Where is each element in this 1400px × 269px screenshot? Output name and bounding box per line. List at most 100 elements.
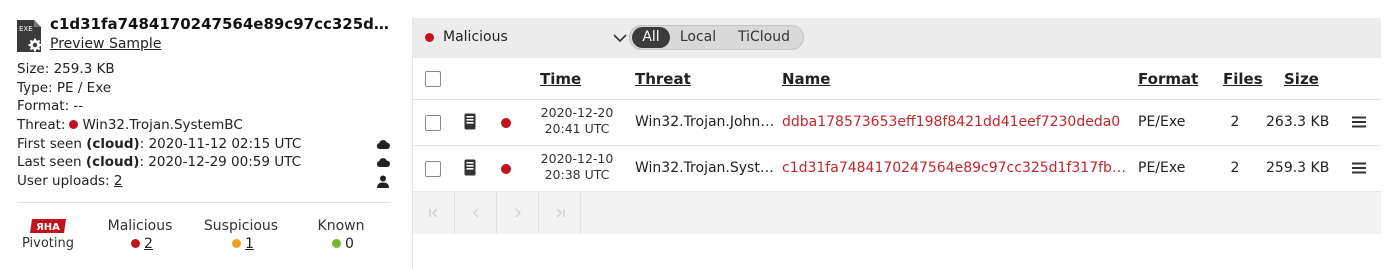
pivoting-label: Pivoting — [21, 236, 74, 251]
previous-page-button[interactable] — [455, 192, 497, 234]
user-uploads-label: User uploads: — [17, 173, 110, 190]
scope-toggle: All Local TiCloud — [629, 25, 804, 50]
row-date: 2020-12-20 — [540, 105, 614, 120]
chevron-right-icon — [515, 208, 521, 218]
first-seen-label: First seen — [17, 135, 82, 152]
threat-value: Win32.Trojan.SystemBC — [82, 117, 243, 134]
row-format: PE/Exe — [1138, 160, 1186, 176]
row-time: 2020-12-20 20:41 UTC — [527, 105, 627, 137]
row-clock: 20:38 UTC — [544, 167, 610, 182]
known-count: 0 — [345, 236, 354, 252]
preview-sample-link[interactable]: Preview Sample — [50, 36, 161, 52]
pivoting-logo-text: ЯHA — [36, 222, 60, 233]
column-threat[interactable]: Threat — [635, 70, 691, 88]
row-size: 259.3 KB — [1266, 160, 1330, 176]
hamburger-menu-icon[interactable] — [1352, 116, 1366, 128]
file-icon-label: EXE — [19, 25, 33, 33]
row-size: 263.3 KB — [1266, 114, 1330, 130]
rha-logo-icon: ЯHA — [30, 219, 66, 233]
suspicious-stat: Suspicious 1 — [202, 217, 280, 253]
threat-row: Threat: Win32.Trojan.SystemBC — [17, 116, 392, 135]
known-stat-title: Known — [317, 218, 365, 234]
known-stat: Known 0 — [312, 217, 370, 253]
format-value: -- — [73, 98, 84, 115]
type-label: Type: — [17, 79, 53, 96]
row-format: PE/Exe — [1138, 114, 1186, 130]
sample-summary-panel: EXE c1d31fa7484170247564e89c97cc325d1f31… — [0, 0, 410, 269]
sample-hash-title: c1d31fa7484170247564e89c97cc325d1f317fb8… — [50, 15, 395, 33]
malicious-stat-title: Malicious — [107, 218, 173, 234]
first-seen-value: : 2020-11-12 02:15 UTC — [139, 135, 302, 152]
chevron-down-icon — [613, 34, 627, 43]
type-row: Type: PE / Exe — [17, 79, 392, 98]
last-seen-source: (cloud) — [85, 154, 140, 171]
malicious-dot — [131, 238, 141, 248]
column-name[interactable]: Name — [782, 70, 830, 88]
first-seen-source: (cloud) — [86, 135, 140, 152]
suspicious-stat-value-wrap: 1 — [202, 235, 280, 253]
last-seen-value: : 2020-12-29 00:59 UTC — [139, 154, 301, 171]
column-files[interactable]: Files — [1223, 70, 1263, 88]
related-samples-panel: Malicious All Local TiCloud Time Threat … — [413, 18, 1381, 269]
select-all-checkbox[interactable] — [425, 71, 441, 87]
classification-dot — [425, 33, 434, 42]
column-size[interactable]: Size — [1284, 70, 1319, 88]
file-device-icon — [464, 113, 476, 130]
format-row: Format: -- — [17, 97, 392, 116]
scope-all-button[interactable]: All — [632, 27, 670, 48]
column-format[interactable]: Format — [1138, 70, 1198, 88]
row-name-link[interactable]: ddba178573653eff198f8421dd41eef7230deda0 — [782, 114, 1132, 130]
classification-selected: Malicious — [443, 29, 508, 45]
known-dot — [332, 238, 342, 248]
chevron-left-icon — [472, 208, 478, 218]
table-header: Time Threat Name Format Files Size — [413, 58, 1381, 100]
last-seen-label: Last seen — [17, 154, 82, 171]
table-row[interactable]: 2020-12-10 20:38 UTC Win32.Trojan.System… — [413, 146, 1381, 192]
row-checkbox[interactable] — [425, 161, 441, 177]
suspicious-stat-title: Suspicious — [203, 218, 279, 234]
suspicious-dot — [232, 238, 242, 248]
user-icon — [377, 175, 389, 189]
row-name-link[interactable]: c1d31fa7484170247564e89c97cc325d1f317fb8… — [782, 160, 1132, 176]
row-time: 2020-12-10 20:38 UTC — [527, 151, 627, 183]
format-label: Format: — [17, 98, 70, 115]
sample-details: Size: 259.3 KB Type: PE / Exe Format: --… — [17, 60, 392, 191]
last-seen-row: Last seen (cloud): 2020-12-29 00:59 UTC — [17, 153, 392, 172]
malicious-stat: Malicious 2 — [104, 217, 176, 253]
pivoting-button[interactable]: ЯHA Pivoting — [20, 218, 76, 251]
scope-ticloud-button[interactable]: TiCloud — [728, 27, 800, 48]
suspicious-count-link[interactable]: 1 — [245, 236, 254, 252]
next-page-button[interactable] — [497, 192, 539, 234]
column-time[interactable]: Time — [540, 70, 581, 88]
row-threat: Win32.Trojan.SystemBC — [635, 160, 775, 176]
malicious-count-link[interactable]: 2 — [144, 236, 153, 252]
user-uploads-link[interactable]: 2 — [114, 173, 123, 189]
file-device-icon — [464, 159, 476, 176]
last-page-button[interactable] — [539, 192, 581, 234]
row-checkbox[interactable] — [425, 115, 441, 131]
classification-dropdown[interactable]: Malicious — [425, 25, 627, 51]
cloud-icon — [376, 139, 390, 149]
known-stat-value-wrap: 0 — [312, 235, 370, 253]
table-row[interactable]: 2020-12-20 20:41 UTC Win32.Trojan.Johnni… — [413, 100, 1381, 146]
exe-file-icon: EXE — [17, 20, 42, 52]
row-clock: 20:41 UTC — [544, 121, 610, 136]
scope-local-button[interactable]: Local — [674, 27, 722, 48]
hamburger-menu-icon[interactable] — [1352, 162, 1366, 174]
size-label: Size: — [17, 61, 50, 77]
malicious-stat-value-wrap: 2 — [104, 235, 176, 253]
threat-status-dot — [69, 119, 79, 129]
first-page-icon — [428, 208, 437, 218]
row-threat: Win32.Trojan.Johnnie — [635, 114, 775, 130]
status-dot — [501, 118, 511, 128]
row-date: 2020-12-10 — [540, 151, 614, 166]
size-value: 259.3 KB — [53, 61, 115, 77]
cloud-icon — [376, 158, 390, 168]
summary-divider — [17, 202, 391, 203]
user-uploads-row: User uploads: 2 — [17, 172, 392, 191]
filter-toolbar: Malicious All Local TiCloud — [413, 18, 1381, 58]
first-page-button[interactable] — [413, 192, 455, 234]
row-files: 2 — [1230, 160, 1240, 176]
status-dot — [501, 164, 511, 174]
pagination-bar — [413, 192, 1381, 234]
